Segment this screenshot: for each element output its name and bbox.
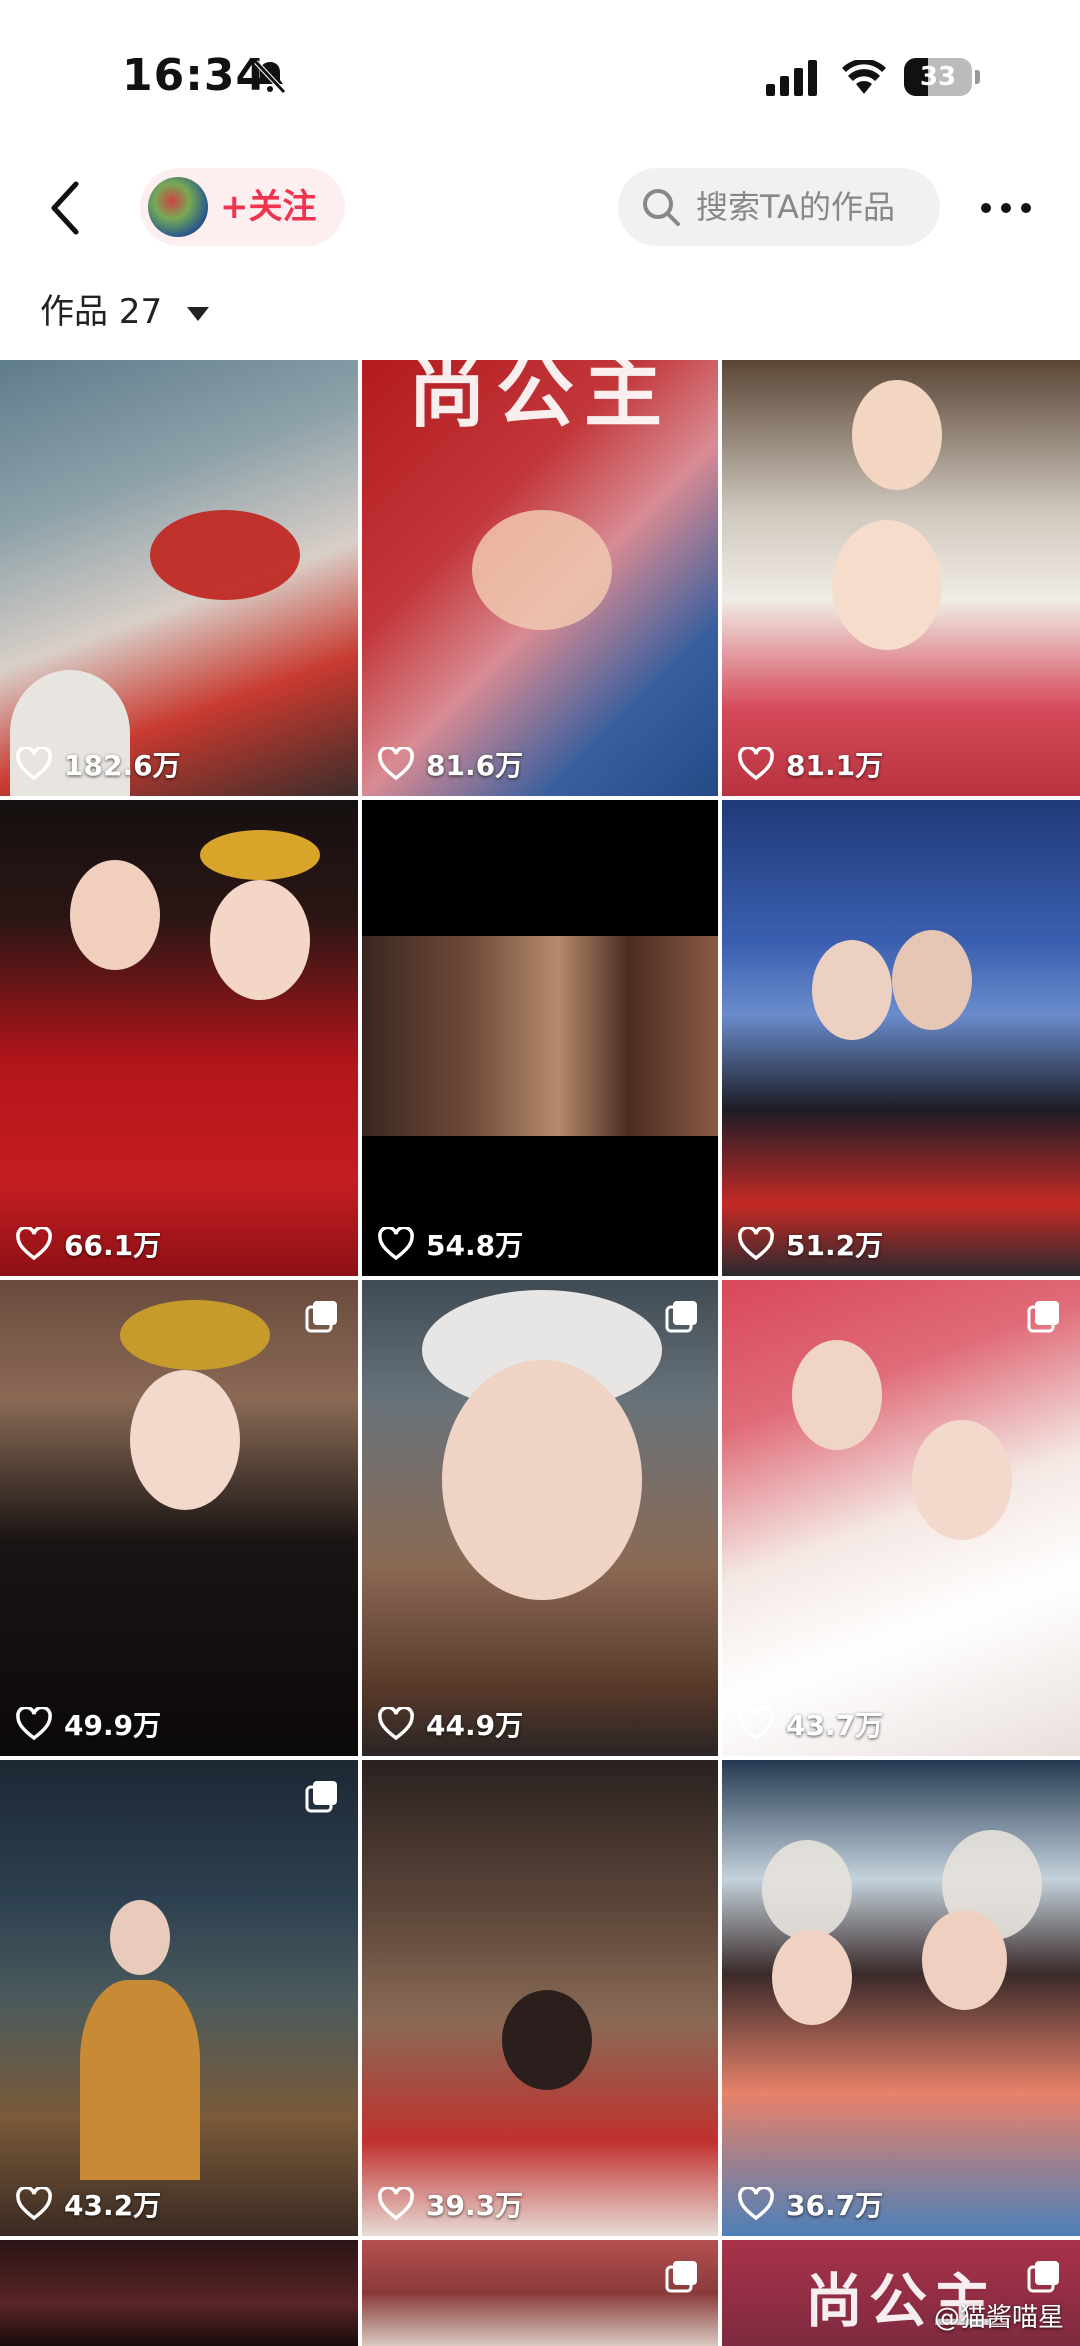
heart-icon [16,747,52,781]
like-count: 36.7万 [738,2186,883,2222]
status-bar: 16:34 33 [0,0,1080,150]
wifi-icon [842,60,886,94]
like-count: 182.6万 [16,746,181,782]
like-count: 81.1万 [738,746,883,782]
status-time: 16:34 [122,50,268,101]
heart-icon [738,747,774,781]
multi-image-icon [665,2261,697,2293]
like-count: 39.3万 [378,2186,523,2222]
heart-icon [378,2187,414,2221]
avatar [148,177,208,237]
signal-icon [766,60,817,96]
poster-title: 尚公主 [407,360,672,438]
photo-set-tile[interactable]: 43.2万 [0,1760,358,2236]
top-nav: +关注 搜索TA的作品 [0,150,1080,270]
photo-set-tile[interactable]: 49.9万 [0,1280,358,1756]
heart-icon [738,1707,774,1741]
search-placeholder: 搜索TA的作品 [696,188,895,226]
like-count: 44.9万 [378,1706,523,1742]
works-count: 27 [118,292,163,332]
video-tile[interactable]: 39.3万 [362,1760,718,2236]
heart-icon [378,1227,414,1261]
back-arrow-icon[interactable] [46,178,86,238]
heart-icon [16,1227,52,1261]
search-input[interactable]: 搜索TA的作品 [618,168,940,246]
photo-set-tile[interactable]: 43.7万 [722,1280,1080,1756]
video-tile[interactable]: 182.6万 [0,360,358,796]
video-tile[interactable]: 54.8万 [362,800,718,1276]
multi-image-icon [305,1301,337,1333]
video-tile[interactable]: 51.2万 [722,800,1080,1276]
video-tile[interactable]: 81.1万 [722,360,1080,796]
works-label: 作品 [40,292,108,332]
video-tile[interactable]: 36.7万 [722,1760,1080,2236]
heart-icon [378,1707,414,1741]
caret-down-icon [186,306,209,321]
multi-image-icon [1027,2261,1059,2293]
heart-icon [16,1707,52,1741]
battery-percent: 33 [919,62,957,92]
battery-icon: 33 [904,58,982,98]
search-icon [643,189,680,226]
heart-icon [16,2187,52,2221]
photo-set-tile[interactable] [362,2240,718,2346]
like-count: 54.8万 [378,1226,523,1262]
works-filter[interactable]: 作品 27 [40,282,209,342]
like-count: 66.1万 [16,1226,161,1262]
photo-set-tile[interactable]: 44.9万 [362,1280,718,1756]
video-tile[interactable]: 尚公主 81.6万 [362,360,718,796]
watermark-text: @猫酱喵星 [933,2303,1064,2333]
heart-icon [738,1227,774,1261]
follow-label: +关注 [220,187,317,227]
like-count: 81.6万 [378,746,523,782]
multi-image-icon [1027,1301,1059,1333]
bell-muted-icon [254,60,286,94]
heart-icon [378,747,414,781]
like-count: 51.2万 [738,1226,883,1262]
like-count: 49.9万 [16,1706,161,1742]
video-tile[interactable] [0,2240,358,2346]
heart-icon [738,2187,774,2221]
multi-image-icon [665,1301,697,1333]
follow-button[interactable]: +关注 [140,168,345,246]
more-icon[interactable] [978,188,1034,228]
photo-set-tile[interactable]: 尚公主 @猫酱喵星 [722,2240,1080,2346]
multi-image-icon [305,1781,337,1813]
video-tile[interactable]: 66.1万 [0,800,358,1276]
like-count: 43.2万 [16,2186,161,2222]
like-count: 43.7万 [738,1706,883,1742]
